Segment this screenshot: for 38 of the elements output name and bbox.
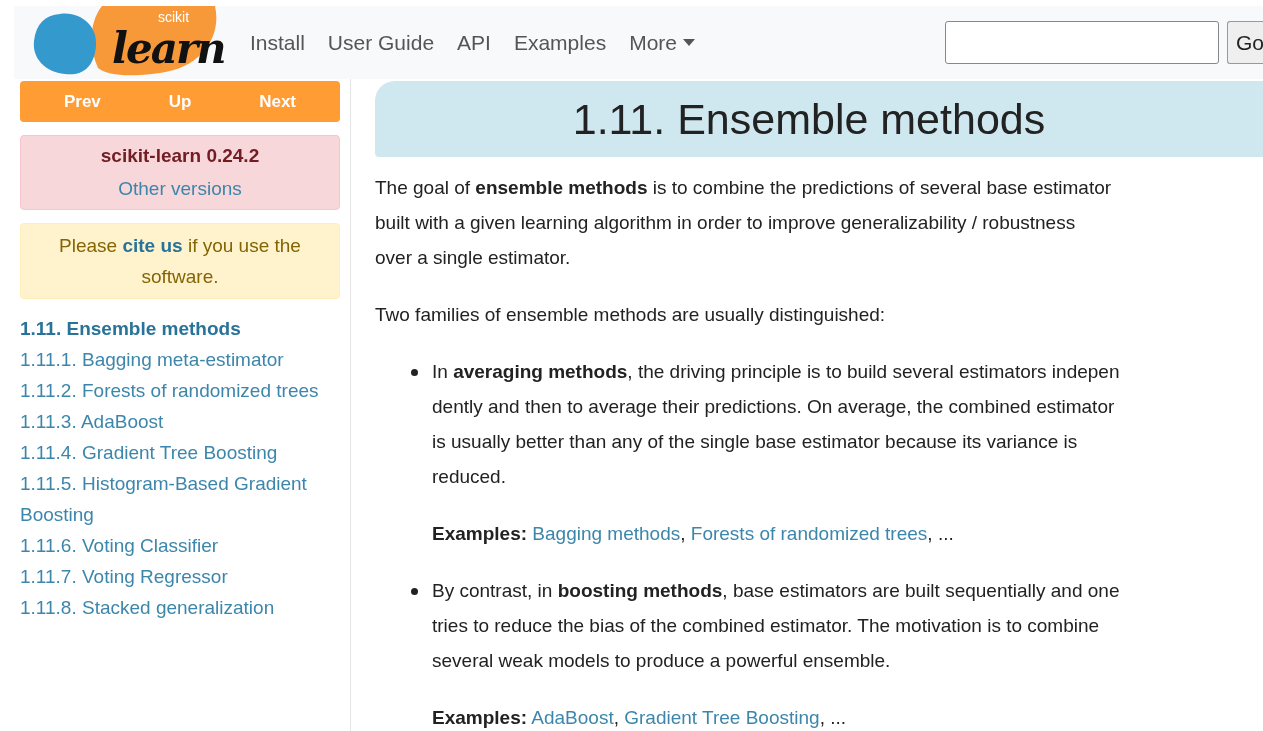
pager-link[interactable]: Prev: [63, 88, 101, 115]
version-title: scikit-learn 0.24.2: [100, 144, 260, 168]
other-versions-link[interactable]: Other versions: [118, 174, 242, 203]
toc-link[interactable]: 1.11.3. AdaBoost: [20, 406, 164, 437]
toc-link[interactable]: 1.11.8. Stacked generalization: [20, 592, 275, 623]
toc-link[interactable]: 1.11.7. Voting Regressor: [20, 561, 228, 592]
nav-link[interactable]: User Guide: [327, 26, 435, 59]
cite-us-link[interactable]: cite us: [122, 235, 183, 256]
example-link[interactable]: Bagging methods: [532, 523, 681, 544]
toc-link[interactable]: 1.11. Ensemble methods: [20, 313, 241, 344]
go-button[interactable]: Go: [1227, 21, 1263, 64]
page-title: 1.11. Ensemble methods: [572, 93, 1046, 145]
bullet-icon: [411, 369, 418, 376]
search-field[interactable]: [945, 21, 1219, 64]
more-dropdown[interactable]: More: [629, 26, 695, 59]
nav-link[interactable]: API: [457, 26, 491, 59]
cite-text: Please cite us if you use the software.: [58, 234, 302, 289]
examples-text: Examples: AdaBoost, Gradient Tree Boosting, ...: [432, 706, 847, 730]
toc-link[interactable]: 1.11.2. Forests of randomized trees: [20, 375, 319, 406]
nav-link[interactable]: Examples: [513, 26, 607, 59]
pager-link[interactable]: Up: [168, 88, 192, 115]
example-link[interactable]: AdaBoost: [531, 707, 614, 728]
pager-link[interactable]: Next: [259, 88, 297, 115]
example-link[interactable]: Forests of randomized trees: [690, 523, 928, 544]
bullet-text: By contrast, in boosting methods, base estimators are built sequentially and one tries to reduce the bias of the combined estimator. The motivation is to combine several weak models to produce a powerful ensemble.: [432, 579, 1120, 673]
toc-link[interactable]: 1.11.4. Gradient Tree Boosting: [20, 437, 278, 468]
examples-text: Examples: Bagging methods, Forests of randomized trees, ...: [432, 522, 954, 546]
bullet-text: In averaging methods, the driving principle is to build several estimators indepen dently and then to average their predictions. On average, the combined estimator is usually better than any of the single base estimator because its variance is reduced.: [432, 360, 1120, 489]
toc-link[interactable]: 1.11.5. Histogram-Based Gradient Boosting: [20, 468, 340, 530]
bullet-icon: [411, 588, 418, 595]
body-paragraph: The goal of ensemble methods is to combine the predictions of several base estimator built with a given learning algorithm in order to improve generalizability / robustness over a single estimator.: [375, 176, 1112, 270]
toc-link[interactable]: 1.11.6. Voting Classifier: [20, 530, 219, 561]
logo-small-text: scikit: [158, 9, 190, 25]
caret-icon: [683, 39, 695, 46]
nav-link[interactable]: Install: [250, 26, 305, 59]
example-link[interactable]: Gradient Tree Boosting: [624, 707, 820, 728]
body-paragraph: Two families of ensemble methods are usually distinguished:: [375, 303, 886, 327]
toc-link[interactable]: 1.11.1. Bagging meta-estimator: [20, 344, 284, 375]
